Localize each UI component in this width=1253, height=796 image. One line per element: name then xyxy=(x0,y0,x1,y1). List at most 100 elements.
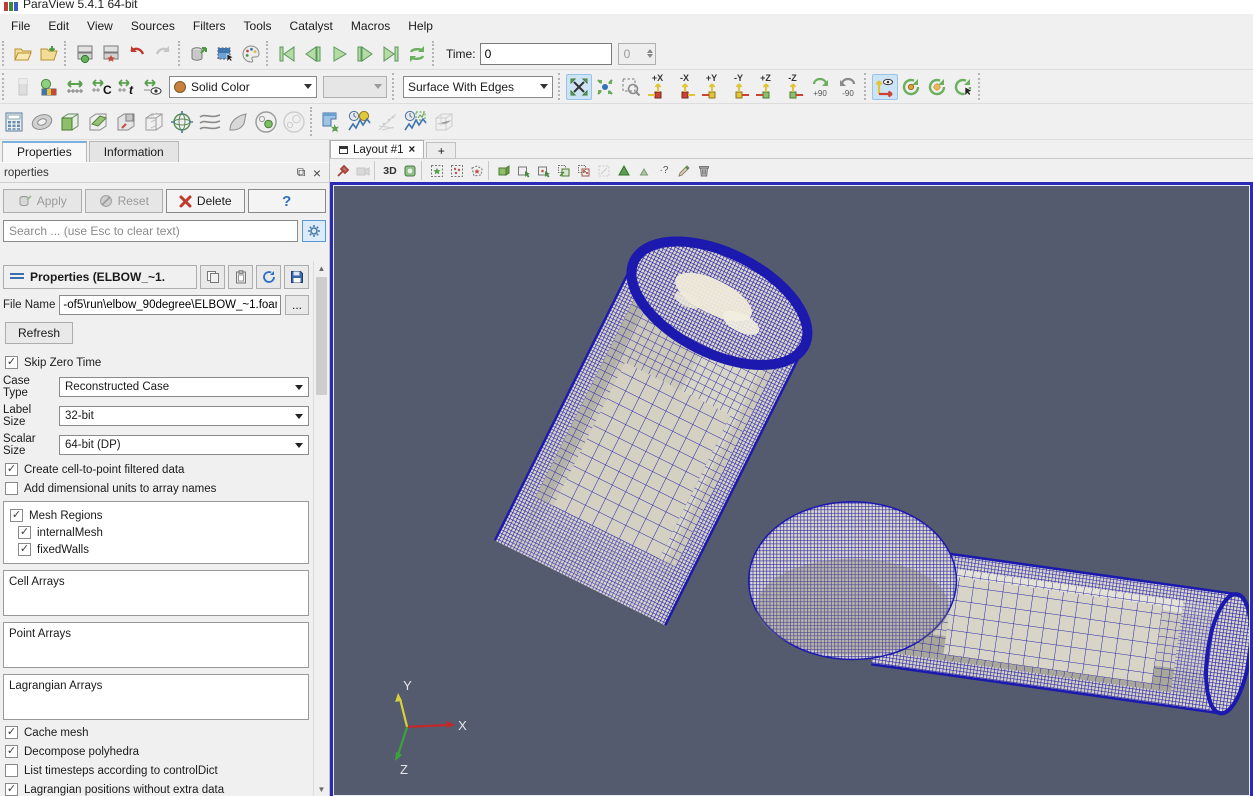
plot-data-button[interactable] xyxy=(374,108,402,136)
last-frame-button[interactable] xyxy=(378,41,404,67)
elbow-collar-mesh[interactable] xyxy=(749,503,955,659)
menu-filters[interactable]: Filters xyxy=(184,16,235,36)
extract-selection-button[interactable] xyxy=(318,108,346,136)
menu-tools[interactable]: Tools xyxy=(235,16,281,36)
pick-center-of-rotation-button[interactable] xyxy=(950,74,976,100)
rescale-temporal-button[interactable]: t xyxy=(114,74,140,100)
copy-properties-button[interactable] xyxy=(200,265,225,289)
close-layout-icon[interactable]: × xyxy=(409,144,416,156)
view-minus-x-button[interactable]: -X xyxy=(671,73,698,101)
toolbar-handle[interactable] xyxy=(266,41,272,66)
delete-button[interactable]: Delete xyxy=(166,189,245,213)
rescale-data-range-button[interactable] xyxy=(62,74,88,100)
edit-view-options-button[interactable] xyxy=(333,161,353,180)
capture-view-button[interactable] xyxy=(400,161,420,180)
connect-server-button[interactable] xyxy=(72,41,98,67)
lagrangian-arrays-box[interactable]: Lagrangian Arrays xyxy=(3,674,309,720)
help-button[interactable]: ? xyxy=(248,189,327,213)
rotate-90-cw-button[interactable]: +90 xyxy=(806,72,834,102)
file-name-input[interactable] xyxy=(59,295,281,315)
clip-button[interactable] xyxy=(56,108,84,136)
add-layout-tab[interactable]: + xyxy=(426,142,456,158)
toolbar-handle[interactable] xyxy=(310,107,316,136)
view-plus-x-button[interactable]: +X xyxy=(644,73,671,101)
interactive-select-cells-button[interactable] xyxy=(514,161,534,180)
warp-button[interactable] xyxy=(224,108,252,136)
show-center-of-rotation-button[interactable] xyxy=(898,74,924,100)
menu-help[interactable]: Help xyxy=(399,16,442,36)
tab-information[interactable]: Information xyxy=(89,141,179,162)
menu-sources[interactable]: Sources xyxy=(122,16,184,36)
time-input[interactable] xyxy=(480,43,612,65)
shrink-selection-button[interactable] xyxy=(634,161,654,180)
lagrangian-positions-checkbox[interactable]: ✓ Lagrangian positions without extra dat… xyxy=(5,783,307,796)
toolbar-handle[interactable] xyxy=(392,73,398,100)
cell-to-point-checkbox[interactable]: ✓ Create cell-to-point filtered data xyxy=(5,463,307,476)
decompose-polyhedra-checkbox[interactable]: ✓ Decompose polyhedra xyxy=(5,745,307,758)
skip-zero-time-checkbox[interactable]: ✓ Skip Zero Time xyxy=(5,356,307,369)
search-input[interactable] xyxy=(3,220,298,242)
disconnect-server-button[interactable] xyxy=(98,41,124,67)
spinner-arrows-icon[interactable] xyxy=(647,49,655,58)
color-palette-button[interactable] xyxy=(238,41,264,67)
zoom-to-data-button[interactable] xyxy=(592,74,618,100)
label-size-select[interactable]: 32-bit xyxy=(59,406,309,426)
component-select[interactable] xyxy=(323,76,387,98)
extract-group-button[interactable] xyxy=(280,108,308,136)
rescale-custom-range-button[interactable]: C xyxy=(88,74,114,100)
clear-annotations-button[interactable] xyxy=(674,161,694,180)
adjust-camera-button[interactable] xyxy=(353,161,373,180)
toggle-color-legend-button[interactable] xyxy=(10,74,36,100)
reset-center-of-rotation-button[interactable] xyxy=(924,74,950,100)
zoom-to-box-button[interactable] xyxy=(618,74,644,100)
mesh-regions-checkbox[interactable]: ✓ Mesh Regions xyxy=(10,509,302,522)
select-points-through-button[interactable] xyxy=(574,161,594,180)
glyph-button[interactable] xyxy=(168,108,196,136)
find-data-button[interactable] xyxy=(212,41,238,67)
slice-representation-button[interactable] xyxy=(430,108,458,136)
dimensional-units-checkbox[interactable]: Add dimensional units to array names xyxy=(5,482,307,495)
fixed-walls-checkbox[interactable]: ✓ fixedWalls xyxy=(18,543,302,556)
play-button[interactable] xyxy=(326,41,352,67)
select-cells-polygon-button[interactable] xyxy=(467,161,487,180)
apply-button[interactable]: Apply xyxy=(3,189,82,213)
scroll-up-icon[interactable]: ▲ xyxy=(314,261,329,275)
menu-file[interactable]: File xyxy=(2,16,39,36)
point-arrays-box[interactable]: Point Arrays xyxy=(3,622,309,668)
refresh-button[interactable]: Refresh xyxy=(5,322,73,344)
view-minus-y-button[interactable]: -Y xyxy=(725,73,752,101)
paste-properties-button[interactable] xyxy=(228,265,253,289)
grow-selection-button[interactable] xyxy=(614,161,634,180)
menu-macros[interactable]: Macros xyxy=(342,16,399,36)
slice-button[interactable] xyxy=(84,108,112,136)
select-cells-through-button[interactable] xyxy=(554,161,574,180)
hover-query-button[interactable]: ·? xyxy=(654,161,674,180)
previous-frame-button[interactable] xyxy=(300,41,326,67)
threshold-button[interactable] xyxy=(112,108,140,136)
calculator-button[interactable] xyxy=(0,108,28,136)
list-timesteps-checkbox[interactable]: List timesteps according to controlDict xyxy=(5,764,307,777)
tab-layout-1[interactable]: Layout #1 × xyxy=(330,140,424,158)
frame-index-spinner[interactable]: 0 xyxy=(618,43,656,65)
float-panel-icon[interactable]: ⧉ xyxy=(293,165,309,181)
panel-scrollbar[interactable]: ▲ ▼ xyxy=(313,261,329,796)
redo-button[interactable] xyxy=(150,41,176,67)
scrollbar-thumb[interactable] xyxy=(316,277,327,395)
view-plus-y-button[interactable]: +Y xyxy=(698,73,725,101)
representation-select[interactable]: Surface With Edges xyxy=(403,76,553,98)
next-frame-button[interactable] xyxy=(352,41,378,67)
extract-subset-button[interactable] xyxy=(140,108,168,136)
open-file-button[interactable] xyxy=(10,41,36,67)
interaction-mode-3d-button[interactable]: 3D xyxy=(380,161,400,180)
toolbar-handle[interactable] xyxy=(64,41,70,66)
source-properties-title-box[interactable]: Properties (ELBOW_~1. xyxy=(3,265,197,289)
menu-view[interactable]: View xyxy=(78,16,122,36)
rotate-90-ccw-button[interactable]: -90 xyxy=(834,72,862,102)
toolbar-handle[interactable] xyxy=(864,73,870,100)
select-block-button[interactable] xyxy=(494,161,514,180)
cache-mesh-checkbox[interactable]: ✓ Cache mesh xyxy=(5,726,307,739)
case-type-select[interactable]: Reconstructed Case xyxy=(59,377,309,397)
loop-button[interactable] xyxy=(404,41,430,67)
render-viewport[interactable]: X Y Z xyxy=(330,182,1253,796)
plot-selection-over-time-button[interactable] xyxy=(402,108,430,136)
